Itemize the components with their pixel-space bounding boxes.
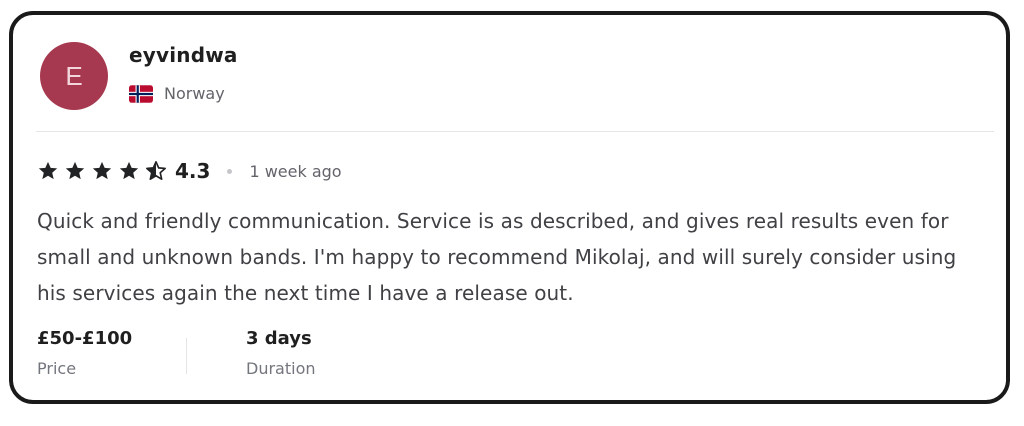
avatar-initial: E [65,60,83,91]
rating-value: 4.3 [175,159,211,183]
star-half-icon [146,161,166,180]
norway-flag-icon [129,84,153,103]
star-full-icon [65,161,85,180]
country-name: Norway [164,84,225,103]
price-label: Price [37,359,77,378]
review-card: E eyvindwa Norway 4.3 1 week ago Quick a… [9,11,1010,404]
avatar[interactable]: E [40,42,108,110]
divider [36,131,994,132]
review-text: Quick and friendly communication. Servic… [37,209,957,305]
duration-value: 3 days [246,328,312,349]
rating-row: 4.3 1 week ago [37,156,342,186]
review-time: 1 week ago [249,161,342,181]
duration-info: 3 days Duration [246,328,316,378]
reviewer-username[interactable]: eyvindwa [129,43,238,67]
price-value: £50-£100 [37,328,133,349]
reviewer-country: Norway [129,84,225,103]
star-full-icon [119,161,139,180]
price-info: £50-£100 Price [37,328,132,378]
separator-dot [227,168,233,174]
duration-label: Duration [246,359,316,378]
star-full-icon [38,161,58,180]
star-full-icon [92,161,112,180]
meta-divider [186,338,187,374]
